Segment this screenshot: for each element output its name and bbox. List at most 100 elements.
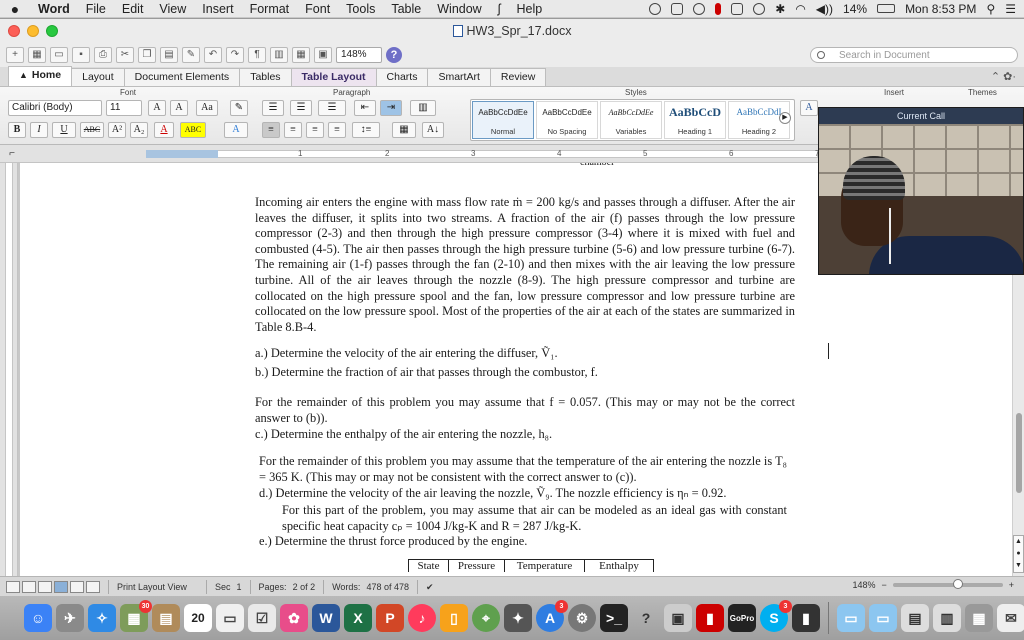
wifi-icon[interactable]: ◠: [795, 2, 805, 16]
menu-window[interactable]: Window: [429, 2, 489, 16]
zoom-window-button[interactable]: [46, 25, 58, 37]
volume-icon[interactable]: ◀)): [816, 2, 833, 16]
help-viewer-icon[interactable]: ?: [632, 604, 660, 632]
menu-clock[interactable]: Mon 8:53 PM: [905, 2, 976, 16]
multilevel-list-icon[interactable]: ☰: [318, 100, 346, 116]
align-left-icon[interactable]: ≡: [262, 122, 280, 138]
clear-formatting-icon[interactable]: ✎: [230, 100, 248, 116]
new-document-icon[interactable]: +: [6, 47, 24, 63]
spelling-status-icon[interactable]: ✔: [416, 579, 442, 594]
templates-icon[interactable]: ▦: [28, 47, 46, 63]
menu-format[interactable]: Format: [242, 2, 298, 16]
sync-status-icon[interactable]: [693, 2, 706, 15]
publishing-view-icon[interactable]: [38, 580, 52, 593]
tab-layout[interactable]: Layout: [71, 68, 125, 86]
gopro-icon[interactable]: GoPro: [728, 604, 756, 632]
game-icon[interactable]: ✦: [504, 604, 532, 632]
tab-selector-icon[interactable]: ⌐: [6, 148, 18, 160]
bullets-icon[interactable]: ☰: [262, 100, 284, 116]
style-heading-1[interactable]: AaBbCcD Heading 1: [664, 101, 726, 139]
ibooks-icon[interactable]: ▯: [440, 604, 468, 632]
excel-icon[interactable]: X: [344, 604, 372, 632]
style-variables[interactable]: AaBbCcDdEe Variables: [600, 101, 662, 139]
safari-icon[interactable]: ✧: [88, 604, 116, 632]
zoom-slider-knob[interactable]: [952, 579, 963, 589]
justify-icon[interactable]: ≡: [328, 122, 346, 138]
tab-home[interactable]: ▲ Home: [8, 66, 73, 86]
screen-status-icon[interactable]: [731, 2, 744, 15]
document-stack-icon[interactable]: ▤: [901, 604, 929, 632]
pages-indicator[interactable]: Pages: 2 of 2: [249, 579, 324, 594]
powerpoint-icon[interactable]: P: [376, 604, 404, 632]
font-size-select[interactable]: 11: [106, 100, 142, 116]
zoom-slider[interactable]: [892, 579, 1003, 589]
cut-icon[interactable]: ✂: [116, 47, 134, 63]
format-painter-icon[interactable]: ✎: [182, 47, 200, 63]
reminders-icon[interactable]: ☑: [248, 604, 276, 632]
increase-indent-icon[interactable]: ⇥: [380, 100, 402, 116]
close-window-button[interactable]: [8, 25, 20, 37]
zoom-in-icon[interactable]: +: [1009, 580, 1014, 590]
apple-menu-icon[interactable]: ●: [0, 1, 30, 17]
pause-status-icon[interactable]: [715, 2, 722, 15]
tab-review[interactable]: Review: [489, 68, 547, 86]
outline-view-icon[interactable]: [22, 580, 36, 593]
checkmark-status-icon[interactable]: [649, 2, 662, 15]
time-machine-icon[interactable]: [753, 2, 766, 15]
section-indicator[interactable]: Sec 1: [206, 579, 250, 594]
script-menu-icon[interactable]: ʃ: [490, 2, 509, 16]
word-count[interactable]: Words: 478 of 478: [323, 579, 417, 594]
bluetooth-icon[interactable]: ✱: [775, 2, 785, 16]
terminal-icon[interactable]: >_: [600, 604, 628, 632]
sort-icon[interactable]: A↓: [422, 122, 444, 138]
text-effects-button[interactable]: A: [224, 122, 248, 138]
contacts-icon[interactable]: ▤: [152, 604, 180, 632]
superscript-button[interactable]: A²: [108, 122, 126, 138]
documents-folder-icon[interactable]: ▭: [869, 604, 897, 632]
notes-icon[interactable]: ▭: [216, 604, 244, 632]
line-spacing-icon[interactable]: ↕≡: [352, 122, 380, 138]
photo-booth-icon[interactable]: ▮: [696, 604, 724, 632]
decrease-indent-icon[interactable]: ⇤: [354, 100, 376, 116]
print-icon[interactable]: ⎙: [94, 47, 112, 63]
tab-charts[interactable]: Charts: [375, 68, 429, 86]
numbering-icon[interactable]: ☰: [290, 100, 312, 116]
downloads-stack-icon[interactable]: ▥: [933, 604, 961, 632]
menu-table[interactable]: Table: [383, 2, 429, 16]
sidebar-toggle-icon[interactable]: ▥: [270, 47, 288, 63]
calendar-icon[interactable]: 20: [184, 604, 212, 632]
menu-insert[interactable]: Insert: [194, 2, 241, 16]
itunes-icon[interactable]: ♪: [408, 604, 436, 632]
align-right-icon[interactable]: ≡: [306, 122, 324, 138]
menu-help[interactable]: Help: [509, 2, 551, 16]
app-status-icon[interactable]: [671, 2, 684, 15]
launchpad-icon[interactable]: ✈: [56, 604, 84, 632]
change-case-icon[interactable]: Aa: [196, 100, 218, 116]
applications-folder-icon[interactable]: ▭: [837, 604, 865, 632]
activity-monitor-icon[interactable]: ▮: [792, 604, 820, 632]
italic-button[interactable]: I: [30, 122, 48, 138]
photos-icon[interactable]: ✿: [280, 604, 308, 632]
menu-view[interactable]: View: [151, 2, 194, 16]
gallery-icon[interactable]: ▦: [292, 47, 310, 63]
paste-icon[interactable]: ▤: [160, 47, 178, 63]
shrink-font-icon[interactable]: A: [170, 100, 188, 116]
align-center-icon[interactable]: ≡: [284, 122, 302, 138]
maps-icon[interactable]: ⌖: [472, 604, 500, 632]
notebook-view-icon[interactable]: [70, 580, 84, 593]
subscript-button[interactable]: A₂: [130, 122, 148, 138]
open-folder-icon[interactable]: ▭: [50, 47, 68, 63]
scrollbar-thumb[interactable]: [1016, 413, 1022, 493]
notification-center-icon[interactable]: ☰: [1005, 2, 1016, 16]
pilcrow-icon[interactable]: ¶: [248, 47, 266, 63]
redo-icon[interactable]: ↷: [226, 47, 244, 63]
bold-button[interactable]: B: [8, 122, 26, 138]
font-color-button[interactable]: A: [154, 122, 174, 138]
underline-button[interactable]: U: [52, 122, 76, 138]
menu-edit[interactable]: Edit: [114, 2, 152, 16]
zoom-select[interactable]: 148%: [336, 47, 382, 63]
ribbon-options[interactable]: ⌃ ✿·: [991, 70, 1016, 83]
font-name-select[interactable]: Calibri (Body): [8, 100, 102, 116]
screenshot-stack-icon[interactable]: ▦: [965, 604, 993, 632]
help-icon[interactable]: ?: [386, 47, 402, 63]
